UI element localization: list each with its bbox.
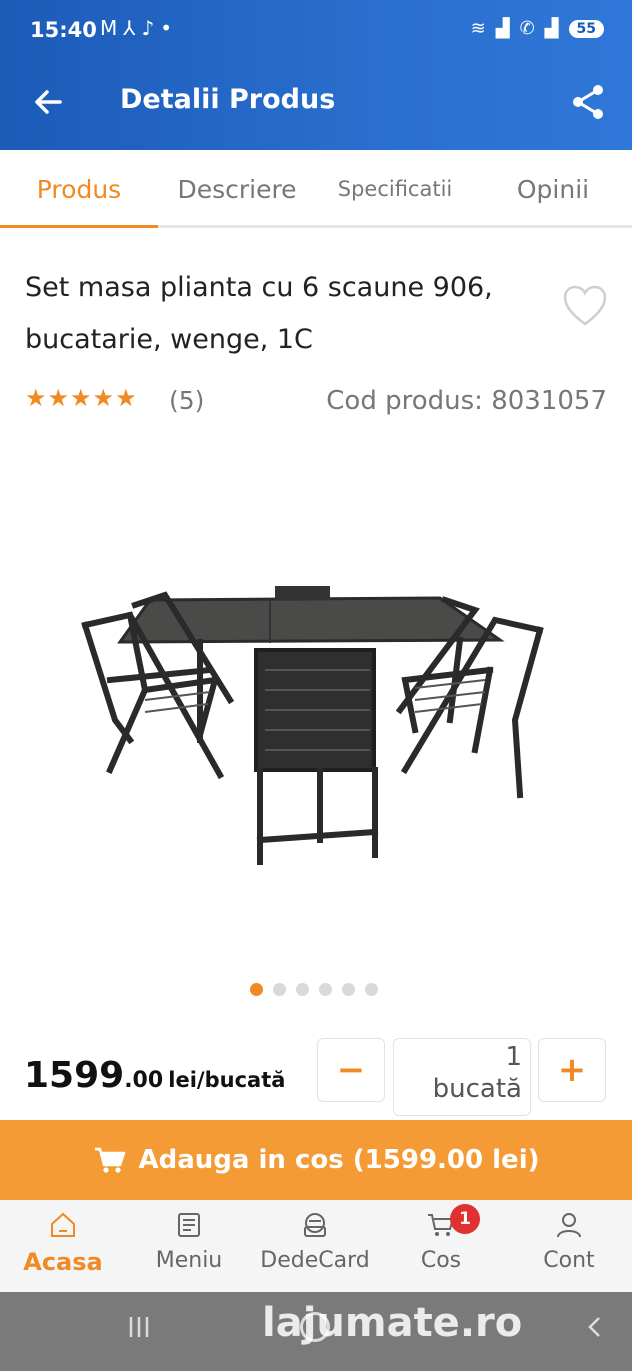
heart-icon [563, 285, 607, 326]
share-button[interactable] [566, 80, 610, 124]
price-integer: 1599 [24, 1055, 125, 1096]
tab-descriere[interactable]: Descriere [158, 150, 316, 228]
cart-icon [94, 1147, 125, 1173]
recent-apps-icon[interactable] [126, 1314, 152, 1340]
app-icon: ⅄ [123, 16, 142, 40]
bottom-navigation: Acasa Meniu DedeCard 1 Cos Cont [0, 1200, 632, 1292]
tab-specificatii[interactable]: Specificatii [316, 150, 474, 228]
carousel-dot[interactable] [365, 983, 378, 996]
call-icon: ✆ [519, 18, 535, 39]
notification-icons: M⅄♪• [100, 16, 178, 40]
favorite-button[interactable] [562, 284, 608, 328]
app-header: 15:40 M⅄♪• ≋ ▟ ✆ ▟ 55 Detalii Produs [0, 0, 632, 150]
nav-label: Acasa [23, 1248, 103, 1276]
price-decimals: .00 [124, 1068, 164, 1093]
status-time: 15:40 [30, 18, 97, 42]
add-to-cart-label: Adauga in cos (1599.00 lei) [138, 1145, 540, 1175]
status-bar: 15:40 M⅄♪• ≋ ▟ ✆ ▟ 55 [0, 0, 632, 62]
nav-label: Cos [420, 1248, 462, 1273]
dot-icon: • [160, 16, 179, 40]
carousel-dot[interactable] [342, 983, 355, 996]
system-navigation-bar: lajumate.ro [0, 1292, 632, 1371]
quantity-field[interactable]: 1 bucată [393, 1038, 531, 1116]
menu-list-icon [178, 1213, 200, 1237]
signal-icon: ▟ [495, 18, 510, 39]
carousel-dot[interactable] [250, 983, 263, 996]
image-carousel-dots [250, 983, 378, 996]
wifi-icon: ≋ [470, 18, 486, 39]
tab-produs[interactable]: Produs [0, 150, 158, 228]
table-chairs-image [81, 586, 544, 865]
back-icon[interactable] [582, 1314, 608, 1340]
product-image[interactable] [70, 570, 560, 880]
cart-count-badge: 1 [450, 1204, 480, 1234]
product-code: Cod produs: 8031057 [326, 386, 607, 416]
page-title: Detalii Produs [120, 84, 336, 115]
battery-indicator: 55 [568, 19, 604, 38]
signal-icon: ▟ [544, 18, 559, 39]
watermark: lajumate.ro [262, 1300, 523, 1346]
review-count[interactable]: (5) [169, 386, 204, 415]
nav-item-acasa[interactable]: Acasa [0, 1210, 126, 1290]
card-icon [304, 1213, 326, 1237]
gmail-icon: M [100, 16, 124, 40]
user-icon [557, 1213, 581, 1238]
nav-label: Cont [543, 1248, 595, 1273]
nav-label: DedeCard [260, 1248, 370, 1273]
back-button[interactable] [26, 80, 70, 124]
share-icon [573, 85, 603, 119]
arrow-left-icon [35, 90, 62, 114]
tiktok-icon: ♪ [141, 16, 161, 40]
nav-item-cont[interactable]: Cont [506, 1210, 632, 1290]
tab-opinii[interactable]: Opinii [474, 150, 632, 228]
carousel-dot[interactable] [319, 983, 332, 996]
star-rating: ★★★★★ [25, 384, 138, 412]
carousel-dot[interactable] [296, 983, 309, 996]
price: 1599.00 lei/bucată [24, 1055, 285, 1096]
product-title: Set masa plianta cu 6 scaune 906, bucata… [25, 272, 493, 355]
active-tab-indicator [0, 225, 158, 228]
nav-label: Meniu [155, 1248, 223, 1273]
nav-item-cos[interactable]: 1 Cos [378, 1204, 504, 1290]
quantity-value: 1 [505, 1042, 522, 1072]
system-icons: ≋ ▟ ✆ ▟ 55 [471, 18, 604, 39]
product-tabs: Produs Descriere Specificatii Opinii [0, 150, 632, 228]
quantity-increase-button[interactable]: + [538, 1038, 606, 1102]
add-to-cart-button[interactable]: Adauga in cos (1599.00 lei) [0, 1120, 632, 1200]
home-icon [51, 1212, 75, 1237]
nav-item-meniu[interactable]: Meniu [126, 1210, 252, 1290]
quantity-unit: bucată [432, 1074, 522, 1104]
top-app-bar: Detalii Produs [0, 62, 632, 150]
carousel-dot[interactable] [273, 983, 286, 996]
rating-row: ★★★★★ (5) Cod produs: 8031057 [25, 384, 615, 424]
nav-item-dedecard[interactable]: DedeCard [252, 1210, 378, 1290]
price-unit: lei/bucată [168, 1068, 286, 1092]
quantity-decrease-button[interactable]: − [317, 1038, 385, 1102]
